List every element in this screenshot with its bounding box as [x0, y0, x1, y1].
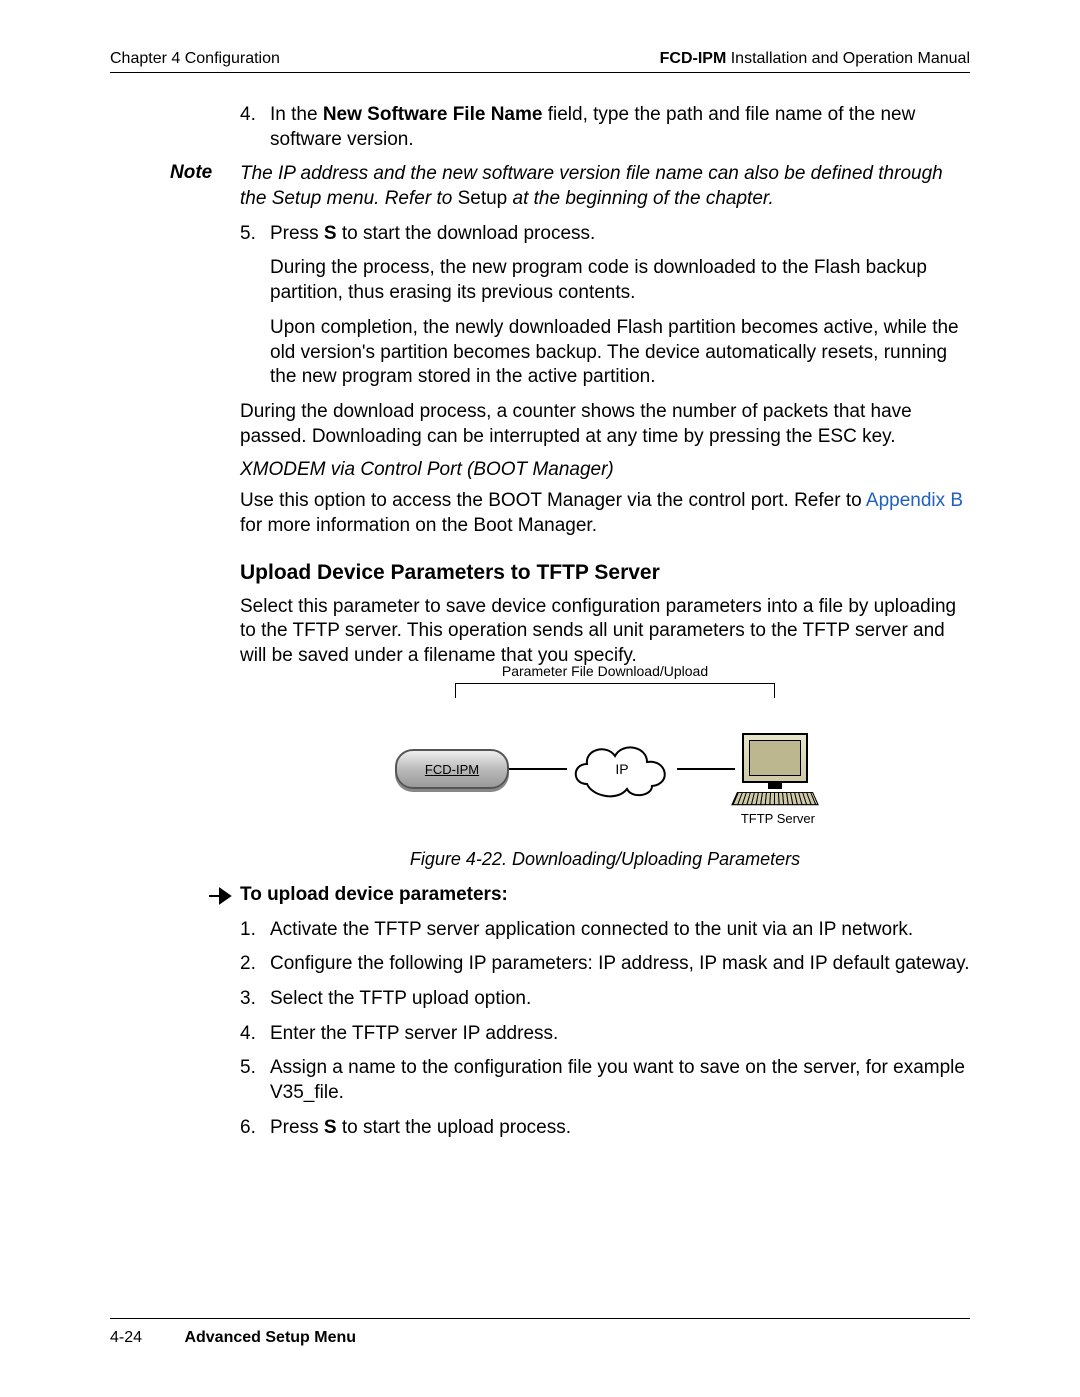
- page-number: 4-24: [110, 1329, 180, 1347]
- keyboard-icon: [731, 792, 819, 805]
- subheading-xmodem: XMODEM via Control Port (BOOT Manager): [240, 459, 970, 481]
- upload-step-5: 5. Assign a name to the configuration fi…: [240, 1056, 970, 1105]
- text-fragment: at the beginning of the chapter.: [507, 188, 774, 209]
- modem-icon: FCD-IPM: [395, 749, 509, 789]
- paragraph: Use this option to access the BOOT Manag…: [240, 489, 970, 538]
- footer-section: Advanced Setup Menu: [184, 1329, 356, 1346]
- note-label: Note: [170, 162, 240, 211]
- upload-step-1: 1. Activate the TFTP server application …: [240, 918, 970, 943]
- heading-upload: Upload Device Parameters to TFTP Server: [240, 561, 970, 585]
- bracket-line: [455, 683, 775, 698]
- step-number: 6.: [240, 1116, 270, 1141]
- appendix-b-link[interactable]: Appendix B: [866, 490, 963, 511]
- page-footer: 4-24 Advanced Setup Menu: [110, 1318, 970, 1347]
- connector-line: [509, 768, 567, 770]
- text-fragment: Press: [270, 223, 324, 244]
- step-text: Activate the TFTP server application con…: [270, 918, 970, 943]
- procedure-heading: To upload device parameters:: [208, 884, 970, 910]
- step-text: Press S to start the download process.: [270, 222, 970, 247]
- header-right-bold: FCD-IPM: [660, 50, 727, 67]
- note-text: The IP address and the new software vers…: [240, 162, 970, 211]
- text-fragment: to start the upload process.: [337, 1117, 571, 1138]
- step-number: 3.: [240, 987, 270, 1012]
- upload-step-6: 6. Press S to start the upload process.: [240, 1116, 970, 1141]
- monitor-icon: [742, 733, 808, 783]
- step-number: 1.: [240, 918, 270, 943]
- monitor-stand: [768, 783, 782, 789]
- step-text: Press S to start the upload process.: [270, 1116, 970, 1141]
- upload-step-2: 2. Configure the following IP parameters…: [240, 952, 970, 977]
- step-number: 5.: [240, 222, 270, 247]
- paragraph: During the download process, a counter s…: [240, 400, 970, 449]
- connector-line: [677, 768, 735, 770]
- text-fragment: to start the download process.: [337, 223, 596, 244]
- key-name: S: [324, 1117, 337, 1138]
- procedure-title: To upload device parameters:: [240, 884, 508, 906]
- header-left: Chapter 4 Configuration: [110, 50, 280, 68]
- figure-caption: Figure 4-22. Downloading/Uploading Param…: [240, 849, 970, 870]
- paragraph: Select this parameter to save device con…: [240, 595, 970, 669]
- text-fragment: Setup: [458, 188, 508, 209]
- figure-diagram: Parameter File Download/Upload FCD-IPM I…: [395, 683, 815, 843]
- step-text: Configure the following IP parameters: I…: [270, 952, 970, 977]
- key-name: S: [324, 223, 337, 244]
- page-header: Chapter 4 Configuration FCD-IPM Installa…: [110, 50, 970, 73]
- network-diagram: Parameter File Download/Upload FCD-IPM I…: [395, 683, 815, 843]
- cloud-label: IP: [615, 761, 628, 777]
- note-block: Note The IP address and the new software…: [170, 162, 970, 211]
- step-number: 2.: [240, 952, 270, 977]
- step-text: Enter the TFTP server IP address.: [270, 1022, 970, 1047]
- step-text: Select the TFTP upload option.: [270, 987, 970, 1012]
- step-text: Assign a name to the configuration file …: [270, 1056, 970, 1105]
- cloud-icon: IP: [567, 734, 677, 804]
- text-fragment: Use this option to access the BOOT Manag…: [240, 490, 866, 511]
- step-5: 5. Press S to start the download process…: [240, 222, 970, 247]
- step-text: In the New Software File Name field, typ…: [270, 103, 970, 152]
- node-row: FCD-IPM IP: [395, 733, 815, 806]
- header-right-rest: Installation and Operation Manual: [726, 50, 970, 67]
- field-name: New Software File Name: [323, 104, 543, 125]
- text-fragment: In the: [270, 104, 323, 125]
- paragraph: During the process, the new program code…: [270, 256, 970, 305]
- step-number: 4.: [240, 103, 270, 152]
- content-area: 4. In the New Software File Name field, …: [240, 103, 970, 1141]
- text-fragment: Press: [270, 1117, 324, 1138]
- computer-icon: [735, 733, 815, 806]
- upload-step-4: 4. Enter the TFTP server IP address.: [240, 1022, 970, 1047]
- header-right: FCD-IPM Installation and Operation Manua…: [660, 50, 970, 68]
- server-label: TFTP Server: [741, 811, 815, 826]
- step-number: 5.: [240, 1056, 270, 1105]
- text-fragment: for more information on the Boot Manager…: [240, 515, 597, 536]
- paragraph: Upon completion, the newly downloaded Fl…: [270, 316, 970, 390]
- step-4: 4. In the New Software File Name field, …: [240, 103, 970, 152]
- page: Chapter 4 Configuration FCD-IPM Installa…: [0, 0, 1080, 1397]
- step-number: 4.: [240, 1022, 270, 1047]
- arrow-right-icon: [208, 887, 234, 910]
- upload-step-3: 3. Select the TFTP upload option.: [240, 987, 970, 1012]
- bracket-label: Parameter File Download/Upload: [395, 663, 815, 679]
